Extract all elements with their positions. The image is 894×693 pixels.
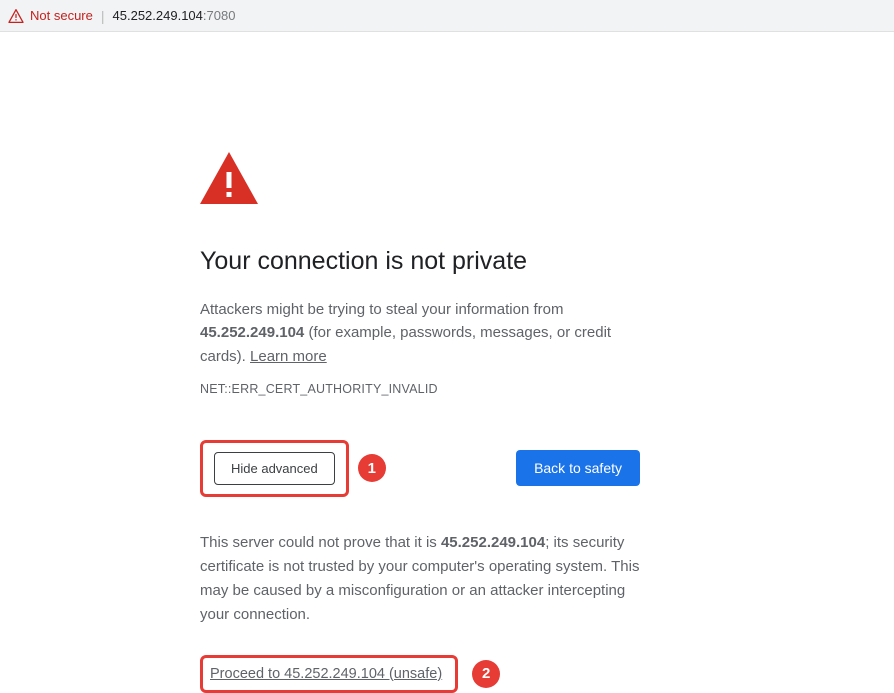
back-to-safety-button[interactable]: Back to safety: [516, 450, 640, 486]
advanced-explanation: This server could not prove that it is 4…: [200, 531, 640, 627]
url-host: 45.252.249.104: [113, 8, 203, 23]
annotation-highlight-1: Hide advanced 1: [200, 440, 349, 497]
annotation-highlight-2: Proceed to 45.252.249.104 (unsafe): [200, 655, 458, 693]
advanced-host: 45.252.249.104: [441, 534, 545, 551]
button-row: Hide advanced 1 Back to safety: [200, 440, 640, 497]
url-display[interactable]: 45.252.249.104:7080: [113, 8, 236, 23]
warning-body: Attackers might be trying to steal your …: [200, 298, 640, 368]
body-text-pre: Attackers might be trying to steal your …: [200, 301, 563, 318]
proceed-unsafe-link[interactable]: Proceed to 45.252.249.104 (unsafe): [210, 666, 442, 682]
learn-more-link[interactable]: Learn more: [250, 348, 327, 365]
body-host: 45.252.249.104: [200, 324, 304, 341]
hide-advanced-button[interactable]: Hide advanced: [214, 452, 335, 485]
not-secure-label: Not secure: [30, 8, 93, 23]
warning-triangle-icon: [8, 9, 24, 23]
annotation-badge-2: 2: [472, 660, 500, 688]
proceed-row: Proceed to 45.252.249.104 (unsafe) 2: [200, 655, 500, 693]
address-divider: |: [101, 8, 105, 24]
page-heading: Your connection is not private: [200, 247, 640, 276]
interstitial-content: Your connection is not private Attackers…: [0, 32, 640, 693]
annotation-badge-1: 1: [358, 454, 386, 482]
url-port: :7080: [203, 8, 236, 23]
warning-icon: [200, 152, 258, 204]
error-code: NET::ERR_CERT_AUTHORITY_INVALID: [200, 382, 640, 396]
advanced-text-pre: This server could not prove that it is: [200, 534, 441, 551]
address-bar: Not secure | 45.252.249.104:7080: [0, 0, 894, 32]
